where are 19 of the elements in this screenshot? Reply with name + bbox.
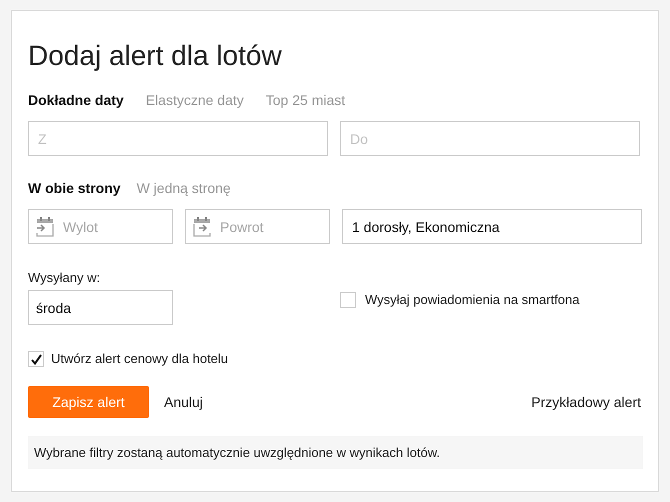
destination-field[interactable]: Do bbox=[340, 121, 640, 156]
smartphone-checkbox[interactable] bbox=[340, 292, 356, 308]
cancel-link[interactable]: Anuluj bbox=[164, 392, 203, 412]
calendar-icon bbox=[191, 215, 213, 237]
hotel-checkbox[interactable] bbox=[28, 351, 44, 367]
example-alert-link[interactable]: Przykładowy alert bbox=[531, 392, 641, 412]
info-text: Wybrane filtry zostaną automatycznie uwzględnione w wynikach lotów. bbox=[34, 444, 440, 462]
calendar-icon bbox=[34, 215, 56, 237]
return-date-field[interactable]: Powrot bbox=[185, 209, 330, 244]
weekday-field[interactable]: środa bbox=[28, 290, 173, 325]
date-mode-tab[interactable]: Dokładne daty bbox=[28, 91, 124, 109]
passengers-field[interactable]: 1 dorosły, Ekonomiczna bbox=[342, 209, 642, 244]
page-title: Dodaj alert dla lotów bbox=[28, 39, 282, 73]
sent-on-label: Wysyłany w: bbox=[28, 270, 100, 286]
origin-field[interactable]: Z bbox=[28, 121, 328, 156]
trip-type-tab[interactable]: W obie strony bbox=[28, 179, 121, 197]
smartphone-label: Wysyłaj powiadomienia na smartfona bbox=[365, 291, 580, 310]
depart-date-field[interactable]: Wylot bbox=[28, 209, 173, 244]
hotel-label: Utwórz alert cenowy dla hotelu bbox=[51, 350, 228, 368]
